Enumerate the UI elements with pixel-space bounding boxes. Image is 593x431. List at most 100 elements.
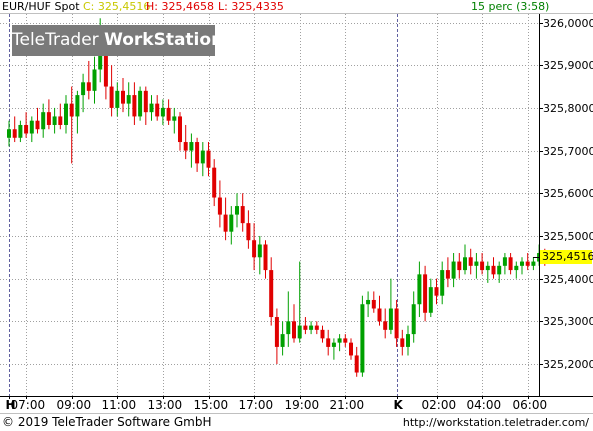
candle-body xyxy=(29,120,34,134)
candle-down xyxy=(155,95,160,121)
candle-body xyxy=(92,69,97,91)
candle-body xyxy=(257,244,262,258)
candle-down xyxy=(46,99,51,130)
x-tick-label: K xyxy=(393,398,403,412)
candle-body xyxy=(491,265,496,275)
candle-body xyxy=(480,261,485,271)
candle-down xyxy=(400,329,405,356)
candle-up xyxy=(200,142,205,177)
candle-up xyxy=(41,103,46,138)
candle-body xyxy=(525,261,530,266)
candle-body xyxy=(366,299,371,305)
candle-body xyxy=(75,95,80,117)
candle-down xyxy=(269,257,274,326)
candle-body xyxy=(58,116,63,125)
candle-body xyxy=(235,206,239,215)
candle-up xyxy=(126,82,131,117)
candle-body xyxy=(297,325,302,339)
candle-up xyxy=(366,291,371,318)
candle-up xyxy=(92,56,97,104)
y-tick-label: 325,6000 xyxy=(543,186,593,200)
candle-body xyxy=(52,116,57,125)
candle-body xyxy=(309,325,314,330)
candle-body xyxy=(126,95,131,104)
candle-body xyxy=(292,321,296,339)
candle-body xyxy=(143,90,148,113)
candle-up xyxy=(451,253,456,288)
candle-down xyxy=(480,253,485,275)
candle-body xyxy=(502,257,507,266)
candle-down xyxy=(58,103,63,130)
candle-up xyxy=(280,321,285,356)
x-tick-label: 17:00 xyxy=(238,398,274,412)
price-chart[interactable] xyxy=(0,0,593,431)
candle-down xyxy=(240,193,245,232)
candle-body xyxy=(178,116,182,143)
candle-body xyxy=(223,214,228,232)
y-tick-label: 325,3000 xyxy=(543,314,593,328)
y-tick-label: 326,0000 xyxy=(543,16,593,30)
candle-down xyxy=(434,278,439,305)
candle-body xyxy=(195,142,200,164)
candle-down xyxy=(445,257,450,288)
candle-down xyxy=(178,112,182,151)
candle-body xyxy=(411,304,416,335)
candle-body xyxy=(320,329,325,339)
candle-up xyxy=(440,261,445,305)
candle-body xyxy=(388,308,393,330)
candle-down xyxy=(457,253,462,279)
candle-up xyxy=(160,99,165,125)
candle-up xyxy=(115,82,120,117)
candle-body xyxy=(64,103,68,125)
candle-up xyxy=(29,116,34,143)
candle-down xyxy=(217,180,222,228)
candle-body xyxy=(183,142,188,151)
candle-body xyxy=(423,274,428,313)
y-tick-label: 325,5000 xyxy=(543,229,593,243)
candle-down xyxy=(326,329,331,356)
candle-down xyxy=(274,308,279,364)
candle-body xyxy=(86,82,91,91)
candle-body xyxy=(246,223,251,241)
candle-body xyxy=(18,124,23,138)
candle-body xyxy=(457,261,462,271)
candle-body xyxy=(434,287,439,296)
x-tick-label: 15:00 xyxy=(193,398,229,412)
candle-body xyxy=(383,321,388,330)
candle-body xyxy=(406,334,410,347)
candle-down xyxy=(252,223,257,271)
x-tick-label: 06:00 xyxy=(512,398,548,412)
y-tick-label: 325,2000 xyxy=(543,357,593,371)
candle-up xyxy=(520,257,524,275)
candle-body xyxy=(155,103,160,117)
candle-down xyxy=(246,210,251,249)
candle-down xyxy=(423,265,428,322)
candle-body xyxy=(326,338,331,347)
candle-body xyxy=(160,107,165,117)
candle-body xyxy=(349,342,353,356)
candle-up xyxy=(52,107,57,134)
candle-down xyxy=(491,257,496,279)
y-tick-label: 325,9000 xyxy=(543,58,593,72)
x-tick-label: 19:00 xyxy=(284,398,320,412)
symbol-label: EUR/HUF Spot xyxy=(2,0,80,13)
candle-down xyxy=(86,60,91,100)
candle-up xyxy=(417,261,422,318)
candle-down xyxy=(24,112,29,138)
copyright-text: © 2019 TeleTrader Software GmbH xyxy=(2,415,212,429)
candle-body xyxy=(485,265,490,271)
watermark-brand-bold: WorkStation xyxy=(104,30,224,50)
candle-body xyxy=(514,265,519,271)
candle-up xyxy=(497,261,502,283)
candle-body xyxy=(286,321,291,335)
candle-down xyxy=(35,107,40,134)
high-value: H: 325,4658 xyxy=(146,0,214,13)
source-url[interactable]: http://workstation.teletrader.com/ xyxy=(403,416,589,430)
candle-down xyxy=(69,86,74,164)
candle-body xyxy=(417,274,422,305)
candle-up xyxy=(309,321,314,335)
candle-body xyxy=(138,90,143,117)
watermark-brand-light: TeleTrader xyxy=(12,30,99,50)
candle-body xyxy=(520,261,524,266)
candle-up xyxy=(514,261,519,279)
